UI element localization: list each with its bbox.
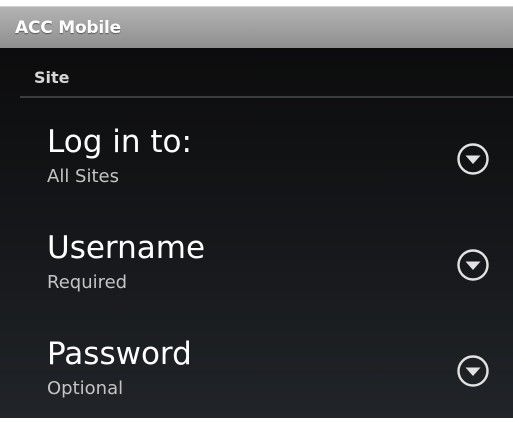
pref-title: Log in to: xyxy=(47,124,192,160)
pref-row-username[interactable]: Username Required xyxy=(0,210,513,316)
chevron-down-circle-icon[interactable] xyxy=(456,354,490,388)
title-bar: ACC Mobile xyxy=(0,6,513,48)
pref-title: Password xyxy=(47,336,192,372)
app-title: ACC Mobile xyxy=(15,18,121,38)
pref-title: Username xyxy=(47,230,206,266)
settings-content: Site Log in to: All Sites Username Requi… xyxy=(0,48,513,418)
section-header-site: Site xyxy=(20,60,513,98)
app-window: ACC Mobile Site Log in to: All Sites Use… xyxy=(0,0,513,418)
pref-summary: All Sites xyxy=(47,166,119,187)
pref-summary: Optional xyxy=(47,378,124,399)
chevron-down-circle-icon[interactable] xyxy=(456,248,490,282)
section-label: Site xyxy=(34,68,70,87)
chevron-down-circle-icon[interactable] xyxy=(456,142,490,176)
pref-summary: Required xyxy=(47,272,128,293)
pref-row-password[interactable]: Password Optional xyxy=(0,316,513,422)
pref-row-log-in-to[interactable]: Log in to: All Sites xyxy=(0,104,513,210)
